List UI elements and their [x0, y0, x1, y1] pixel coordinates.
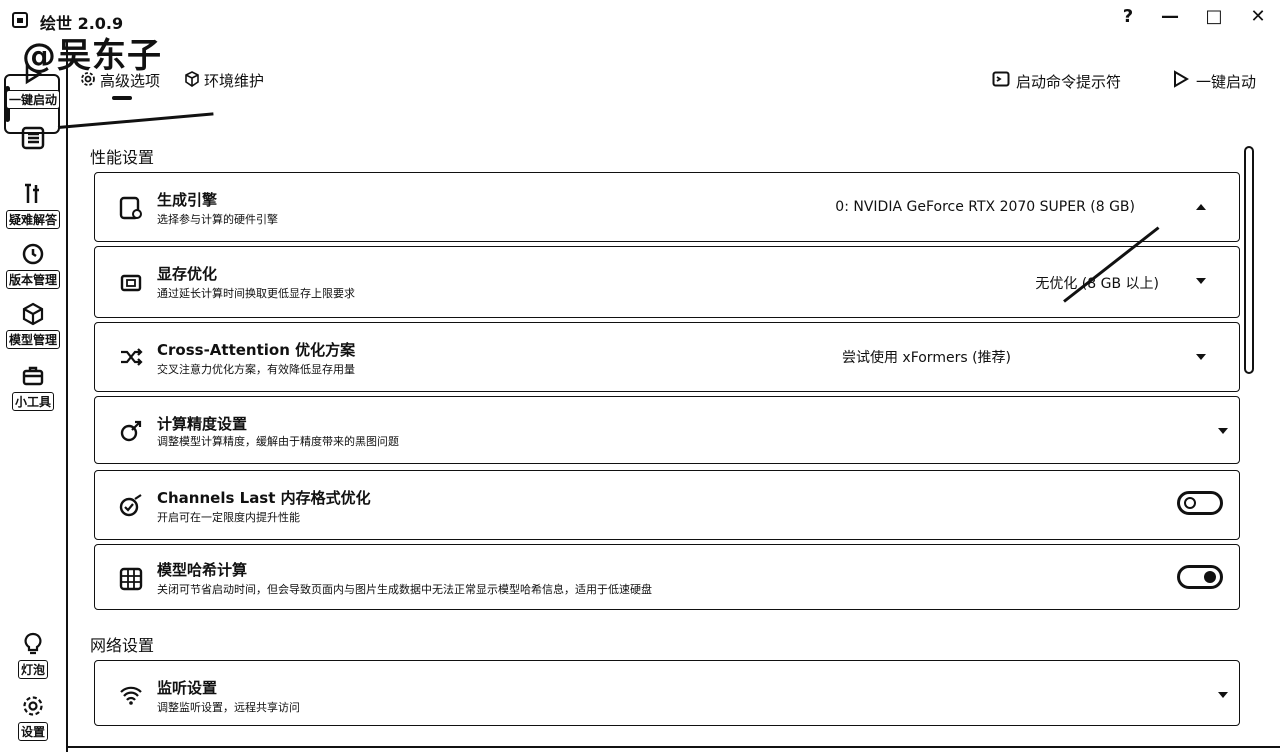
help-button[interactable]: ? — [1116, 4, 1140, 28]
terminal-icon — [992, 70, 1010, 92]
card-desc: 关闭可节省启动时间，但会导致页面内与图片生成数据中无法正常显示模型哈希信息，适用… — [157, 583, 652, 596]
bottom-border — [66, 746, 1280, 748]
card-title: 计算精度设置 — [157, 415, 248, 433]
history-icon — [19, 240, 47, 268]
lightbulb-icon — [19, 630, 47, 658]
maximize-button[interactable]: □ — [1202, 4, 1226, 28]
card-title: 模型哈希计算 — [157, 561, 248, 579]
nav-item-launch[interactable]: 一键启动 — [0, 60, 66, 109]
toggle-knob — [1204, 571, 1216, 583]
setting-card-listen[interactable]: 监听设置 调整监听设置，远程共享访问 — [94, 660, 1240, 726]
launch-button[interactable]: 一键启动 — [1172, 70, 1256, 92]
nav-label: 疑难解答 — [5, 210, 60, 229]
setting-card-channels-last[interactable]: Channels Last 内存格式优化 开启可在一定限度内提升性能 — [94, 470, 1240, 540]
gear-small-icon — [80, 71, 96, 91]
setting-card-engine[interactable]: 生成引擎 选择参与计算的硬件引擎 0: NVIDIA GeForce RTX 2… — [94, 172, 1240, 242]
scrollbar[interactable] — [1244, 146, 1254, 374]
card-title: 监听设置 — [157, 679, 218, 697]
cube-icon — [19, 300, 47, 328]
precision-icon — [117, 417, 145, 445]
card-title: 生成引擎 — [157, 191, 218, 209]
title-bar: 绘世 2.0.9 ? — □ ✕ — [0, 0, 1280, 33]
nav-label: 灯泡 — [17, 660, 48, 679]
memory-icon — [117, 269, 145, 297]
package-icon — [184, 70, 200, 91]
section-title-network: 网络设置 — [90, 636, 155, 655]
nav-label: 模型管理 — [5, 330, 60, 349]
toggle-knob — [1184, 497, 1196, 509]
minimize-button[interactable]: — — [1158, 4, 1182, 28]
card-title: Cross-Attention 优化方案 — [157, 341, 356, 359]
list-icon — [19, 124, 47, 152]
model-hash-toggle[interactable] — [1177, 565, 1223, 589]
chevron-down-icon[interactable] — [1193, 349, 1209, 365]
nav-item-models[interactable]: 模型管理 — [0, 300, 66, 349]
chevron-down-icon[interactable] — [1215, 687, 1231, 703]
close-button[interactable]: ✕ — [1246, 4, 1270, 28]
nav-label: 一键启动 — [5, 90, 60, 109]
setting-card-cross-attention[interactable]: Cross-Attention 优化方案 交叉注意力优化方案，有效降低显存用量 … — [94, 322, 1240, 392]
tools-icon — [19, 180, 47, 208]
chevron-up-icon[interactable] — [1193, 199, 1209, 215]
speed-check-icon — [117, 491, 145, 519]
tab-environment[interactable]: 环境维护 — [184, 70, 264, 91]
cross-attention-select-value[interactable]: 尝试使用 xFormers (推荐) — [842, 347, 1011, 367]
setting-card-model-hash[interactable]: 模型哈希计算 关闭可节省启动时间，但会导致页面内与图片生成数据中无法正常显示模型… — [94, 544, 1240, 610]
engine-select-value[interactable]: 0: NVIDIA GeForce RTX 2070 SUPER (8 GB) — [835, 199, 1135, 215]
app-logo-icon — [12, 12, 28, 28]
tab-label: 环境维护 — [204, 72, 265, 90]
tab-active-indicator — [112, 96, 132, 100]
play-icon — [1172, 70, 1190, 92]
card-desc: 选择参与计算的硬件引擎 — [157, 213, 278, 226]
card-desc: 通过延长计算时间换取更低显存上限要求 — [157, 287, 355, 300]
card-desc: 开启可在一定限度内提升性能 — [157, 511, 300, 524]
gear-icon — [19, 692, 47, 720]
wifi-icon — [117, 681, 145, 709]
chevron-down-icon[interactable] — [1215, 423, 1231, 439]
card-desc: 调整监听设置，远程共享访问 — [157, 701, 300, 714]
shuffle-icon — [117, 343, 145, 371]
launch-label: 一键启动 — [1196, 72, 1257, 91]
nav-label: 版本管理 — [5, 270, 60, 289]
nav-item-troubleshoot[interactable]: 疑难解答 — [0, 180, 66, 229]
tab-label: 高级选项 — [100, 72, 161, 90]
chevron-down-icon[interactable] — [1193, 273, 1209, 289]
console-button[interactable]: 启动命令提示符 — [992, 70, 1121, 92]
nav-label: 小工具 — [11, 392, 54, 411]
nav-label: 设置 — [17, 722, 48, 741]
tab-advanced-options[interactable]: 高级选项 — [80, 70, 160, 91]
nav-item-versions[interactable]: 版本管理 — [0, 240, 66, 289]
card-desc: 调整模型计算精度，缓解由于精度带来的黑图问题 — [157, 435, 399, 448]
channels-last-toggle[interactable] — [1177, 491, 1223, 515]
annotation-arrow — [57, 112, 214, 129]
nav-item-tools[interactable]: 小工具 — [0, 362, 66, 411]
grid-icon — [117, 565, 145, 593]
card-desc: 交叉注意力优化方案，有效降低显存用量 — [157, 363, 355, 376]
nav-item-settings[interactable]: 设置 — [0, 692, 66, 741]
setting-card-vram[interactable]: 显存优化 通过延长计算时间换取更低显存上限要求 无优化 (8 GB 以上) — [94, 246, 1240, 318]
chip-gear-icon — [117, 194, 145, 222]
nav-item-advanced[interactable] — [0, 124, 66, 152]
nav-item-lightbulb[interactable]: 灯泡 — [0, 630, 66, 679]
card-title: 显存优化 — [157, 265, 218, 283]
section-title-performance: 性能设置 — [90, 148, 155, 167]
console-label: 启动命令提示符 — [1016, 72, 1122, 91]
setting-card-precision[interactable]: 计算精度设置 调整模型计算精度，缓解由于精度带来的黑图问题 — [94, 396, 1240, 464]
play-icon — [19, 60, 47, 88]
toolbox-icon — [19, 362, 47, 390]
nav-divider — [66, 40, 68, 752]
card-title: Channels Last 内存格式优化 — [157, 489, 371, 507]
